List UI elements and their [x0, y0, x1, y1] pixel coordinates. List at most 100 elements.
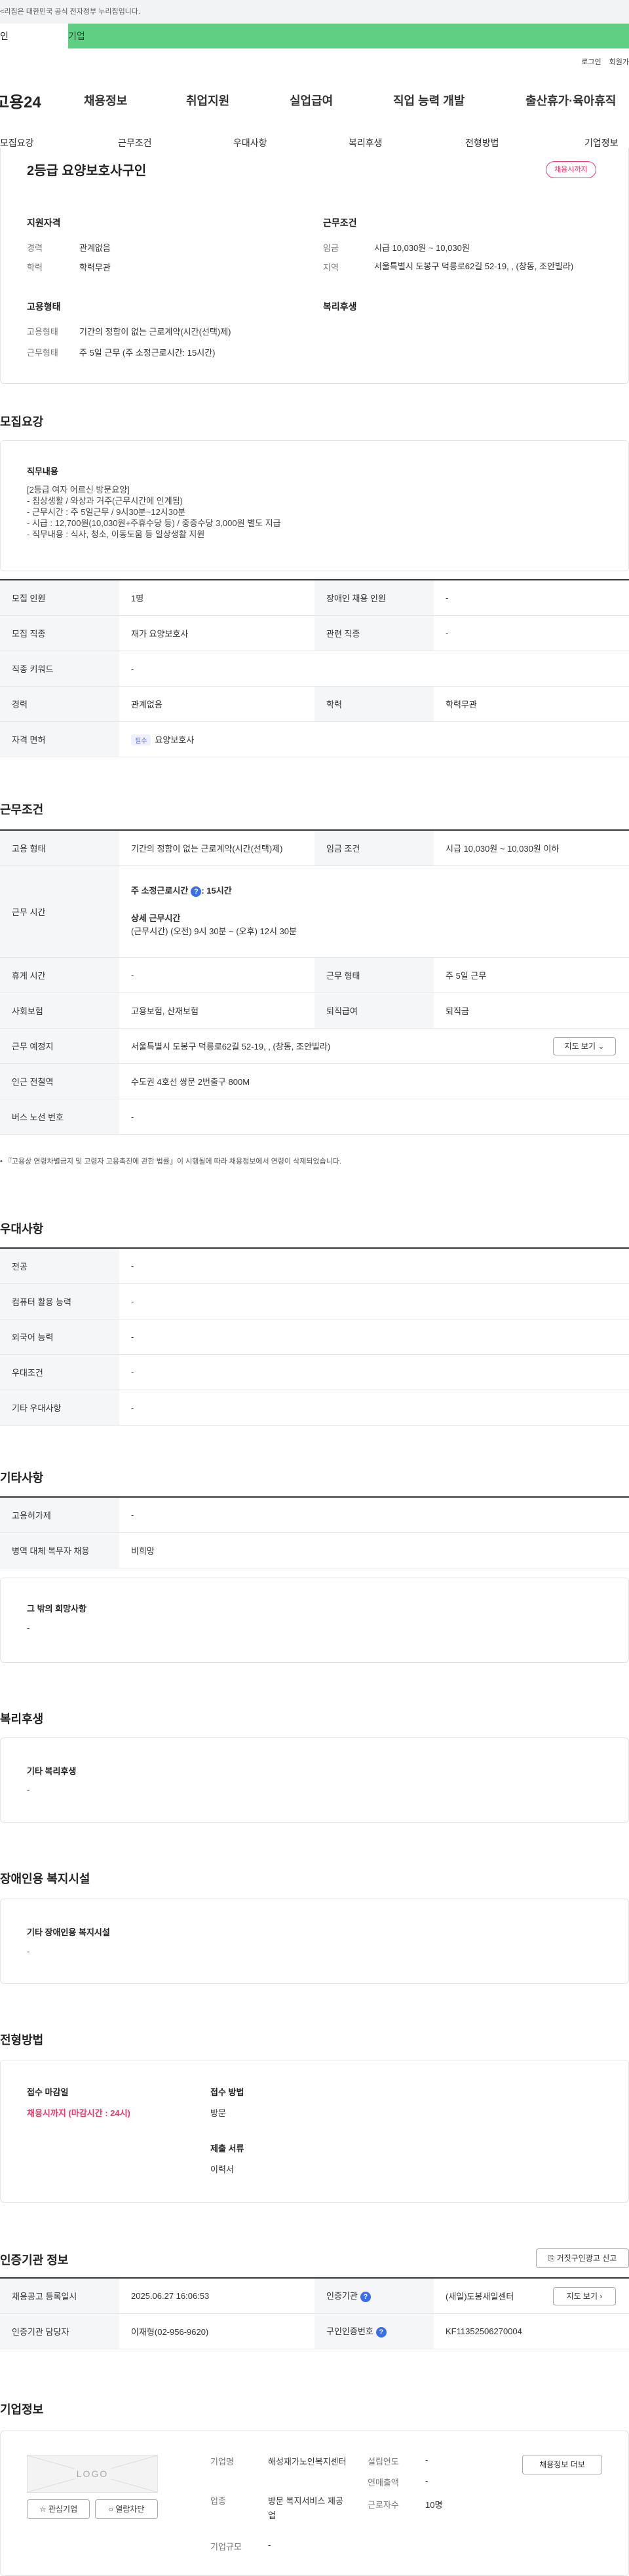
welfare-section-heading: 복리후생 [0, 1713, 44, 1726]
size-value: - [268, 2540, 271, 2550]
recruit-table: 모집 인원 1명 장애인 채용 인원 - 모집 직종 재가 요양보호사 관련 직종 - 직종… [0, 579, 629, 757]
row-label: 관련 직종 [314, 615, 434, 651]
row-label: 인증기관? [314, 2278, 434, 2314]
row-value: - [119, 1319, 629, 1355]
table-row: 병역 대체 복무자 채용 비희망 [0, 1532, 629, 1568]
industry-label: 업종 [210, 2496, 226, 2506]
report-button-label: 거짓구인광고 신고 [556, 2254, 617, 2263]
duty-content: [2등급 여자 어르신 방문요양] - 침상생활 / 와상과 거주(근무시간에 … [27, 484, 281, 540]
row-value: - [434, 580, 629, 616]
site-logo[interactable]: 고용24 [0, 89, 41, 112]
row-label: 자격 면허 [0, 721, 119, 757]
duty-card: 직무내용 [2등급 여자 어르신 방문요양] - 침상생활 / 와상과 거주(근… [0, 440, 629, 571]
row-value: - [119, 1390, 629, 1426]
row-label: 퇴직급여 [314, 993, 434, 1029]
row-value: - [119, 1099, 629, 1135]
emp-value: 기간의 정함이 없는 근로계약(시간(선택)제) [79, 327, 231, 337]
fav-button-label: 관심기업 [48, 2505, 78, 2514]
help-icon[interactable]: ? [191, 886, 202, 897]
year-label: 설립연도 [368, 2457, 399, 2467]
org-map-button-label: 지도 보기 [566, 2292, 598, 2301]
row-label: 근무 예정지 [0, 1028, 119, 1064]
org-label: 인증기관 [326, 2291, 358, 2301]
required-tag: 필수 [131, 734, 151, 746]
row-value: 필수 요양보호사 [119, 721, 629, 757]
org-map-button[interactable]: 지도 보기 › [553, 2287, 616, 2305]
map-button[interactable]: 지도 보기 ⌄ [553, 1036, 616, 1055]
help-icon[interactable]: ? [360, 2292, 371, 2303]
report-button[interactable]: ⎘ 거짓구인광고 신고 [536, 2248, 629, 2268]
tab-company[interactable]: 기업 [68, 24, 85, 48]
row-label: 고용 형태 [0, 830, 119, 866]
tab-individual[interactable]: 인 [0, 24, 68, 48]
cert-id-label: 구인인증번호 [326, 2326, 373, 2337]
anchor-company[interactable]: 기업정보 [584, 136, 619, 149]
table-row: 고용허가제 - [0, 1497, 629, 1533]
etc-box-value: - [27, 1623, 30, 1633]
report-icon: ⎘ [548, 2254, 555, 2263]
anchor-recruit[interactable]: 모집요강 [0, 136, 34, 149]
menu-item-unemployment[interactable]: 실업급여 [290, 92, 333, 109]
company-name-label: 기업명 [210, 2457, 234, 2467]
welfare-box-title: 기타 복리후생 [27, 1766, 77, 1776]
fav-company-button[interactable]: ☆ 관심기업 [27, 2499, 90, 2519]
weekly-hours-label: 주 소정근로시간 [131, 886, 189, 896]
age-note: • 『고용상 연령차별금지 및 고령자 고용촉진에 관한 법률』이 시행될에 따… [0, 1158, 341, 1165]
anchor-select[interactable]: 전형방법 [465, 136, 499, 149]
menu-item-leave[interactable]: 출산휴가·육아휴직 [525, 92, 616, 109]
row-label: 사회보험 [0, 993, 119, 1029]
star-icon: ☆ [39, 2505, 47, 2514]
row-label: 인증기관 담당자 [0, 2313, 119, 2349]
pref-heading: 우대사항 [0, 1222, 44, 1236]
row-value: 재가 요양보호사 [119, 615, 314, 651]
row-label: 버스 노선 번호 [0, 1099, 119, 1135]
row-value: - [119, 1497, 629, 1533]
row-value: - [119, 957, 314, 993]
row-value: 고용보험, 산재보험 [119, 993, 314, 1029]
duty-line: - 침상생활 / 와상과 거주(근무시간에 인계됨) [27, 496, 183, 506]
anchor-welfare[interactable]: 복리후생 [349, 136, 383, 149]
signup-link[interactable]: 회원가 [609, 58, 629, 66]
row-label: 근무 형태 [314, 957, 434, 993]
deadline-label: 접수 마감일 [27, 2087, 69, 2097]
industry-value: 방문 복지서비스 제공업 [268, 2496, 343, 2520]
row-value: - [119, 1354, 629, 1390]
staff-value: 10명 [425, 2500, 443, 2510]
global-nav: 고용24 채용정보 취업지원 실업급여 직업 능력 개발 출산휴가·육아휴직 [0, 86, 629, 113]
qual-heading: 지원자격 [27, 218, 61, 228]
row-value: - [434, 615, 629, 651]
login-link[interactable]: 로그인 [581, 58, 601, 66]
row-value: 주 5일 근무 [434, 957, 629, 993]
emp-label: 고용형태 [27, 327, 58, 337]
block-button[interactable]: ○ 열람차단 [95, 2499, 158, 2519]
help-icon[interactable]: ? [375, 2326, 387, 2338]
menu-item-jobs[interactable]: 채용정보 [84, 92, 127, 109]
company-jobs-button[interactable]: 채용정보 더보 [522, 2455, 602, 2474]
row-label: 구인인증번호? [314, 2313, 434, 2349]
row-label: 휴게 시간 [0, 957, 119, 993]
table-row: 인근 전철역 수도권 4호선 쌍문 2번출구 800M [0, 1063, 629, 1099]
anchor-pref[interactable]: 우대사항 [233, 136, 267, 149]
table-row: 사회보험 고용보험, 산재보험 퇴직급여 퇴직금 [0, 993, 629, 1029]
deadline-badge: 채용시까지 [546, 161, 596, 178]
gov-banner-text: <리집은 대한민국 공식 전자정부 누리집입니다. [0, 8, 140, 16]
disab-box-value: - [27, 1946, 30, 1956]
row-value: 1명 [119, 580, 314, 616]
row-label: 외국어 능력 [0, 1319, 119, 1355]
cond-heading: 근무조건 [323, 218, 357, 228]
docs-label: 제출 서류 [210, 2144, 244, 2153]
row-value: 수도권 4호선 쌍문 2번출구 800M [119, 1063, 629, 1099]
block-icon: ○ [108, 2505, 113, 2514]
anchor-work[interactable]: 근무조건 [118, 136, 152, 149]
row-label: 병역 대체 복무자 채용 [0, 1532, 119, 1568]
staff-label: 근로자수 [368, 2500, 399, 2510]
row-value: 관계없음 [119, 686, 314, 722]
qual-label: 경력 [27, 243, 43, 253]
select-heading: 전형방법 [0, 2034, 44, 2047]
weekly-hours: 주 소정근로시간?: 15시간 [131, 884, 629, 898]
disab-heading: 장애인용 복지시설 [0, 1872, 90, 1885]
detail-hours-title: 상세 근무시간 [131, 913, 181, 923]
job-title: 2등급 요양보호사구인 [27, 164, 147, 178]
menu-item-employment-support[interactable]: 취업지원 [186, 92, 229, 109]
menu-item-training[interactable]: 직업 능력 개발 [393, 92, 465, 109]
